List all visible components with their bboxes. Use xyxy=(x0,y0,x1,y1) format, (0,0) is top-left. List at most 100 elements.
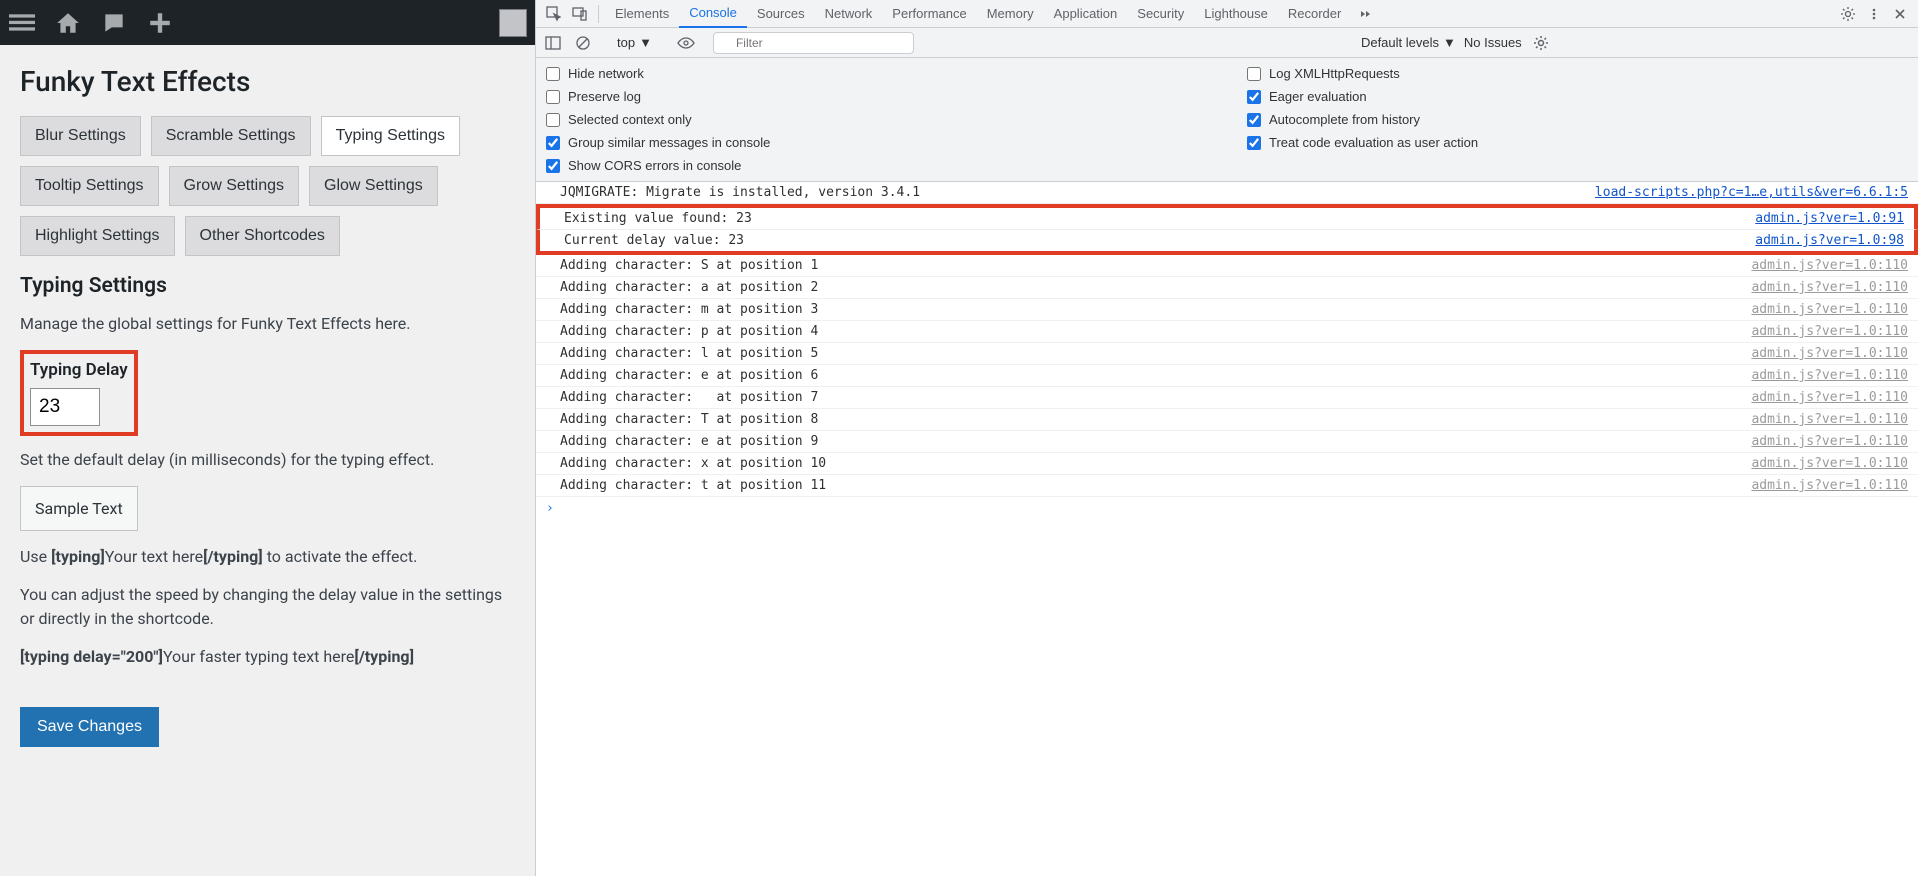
log-message: Adding character: e at position 6 xyxy=(560,368,818,383)
log-row: Adding character: l at position 5admin.j… xyxy=(536,343,1918,365)
devtools-tab-recorder[interactable]: Recorder xyxy=(1278,0,1351,28)
checkbox[interactable] xyxy=(546,90,560,104)
sidebar-toggle-icon[interactable] xyxy=(542,32,564,54)
typing-delay-input[interactable] xyxy=(30,388,100,426)
log-message: Adding character: at position 7 xyxy=(560,390,818,405)
tab-typing-settings[interactable]: Typing Settings xyxy=(321,116,460,156)
checkbox[interactable] xyxy=(546,136,560,150)
clear-console-icon[interactable] xyxy=(572,32,594,54)
console-prompt[interactable]: › xyxy=(536,497,1918,520)
log-message: Adding character: a at position 2 xyxy=(560,280,818,295)
log-source-link[interactable]: admin.js?ver=1.0:110 xyxy=(1751,368,1908,383)
devtools-tab-network[interactable]: Network xyxy=(815,0,883,28)
log-source-link[interactable]: admin.js?ver=1.0:98 xyxy=(1755,233,1904,248)
console-settings-gear-icon[interactable] xyxy=(1530,32,1552,54)
setting-preserve-log[interactable]: Preserve log xyxy=(546,89,1207,104)
devtools-tab-performance[interactable]: Performance xyxy=(882,0,976,28)
log-source-link[interactable]: admin.js?ver=1.0:110 xyxy=(1751,390,1908,405)
comment-icon[interactable] xyxy=(100,9,128,37)
log-source-link[interactable]: admin.js?ver=1.0:110 xyxy=(1751,478,1908,493)
setting-hide-network[interactable]: Hide network xyxy=(546,66,1207,81)
log-row: Adding character: T at position 8admin.j… xyxy=(536,409,1918,431)
setting-show-cors-errors-in-console[interactable]: Show CORS errors in console xyxy=(546,158,1207,173)
setting-selected-context-only[interactable]: Selected context only xyxy=(546,112,1207,127)
devtools-tab-console[interactable]: Console xyxy=(679,0,747,28)
tab-blur-settings[interactable]: Blur Settings xyxy=(20,116,141,156)
checkbox[interactable] xyxy=(546,67,560,81)
home-icon[interactable] xyxy=(54,9,82,37)
log-row: Adding character: x at position 10admin.… xyxy=(536,453,1918,475)
log-message: JQMIGRATE: Migrate is installed, version… xyxy=(560,185,920,200)
settings-gear-icon[interactable] xyxy=(1836,2,1860,26)
checkbox[interactable] xyxy=(1247,67,1261,81)
setting-label: Log XMLHttpRequests xyxy=(1269,66,1400,81)
devtools-tab-security[interactable]: Security xyxy=(1127,0,1194,28)
setting-treat-code-evaluation-as-user-action[interactable]: Treat code evaluation as user action xyxy=(1247,135,1908,150)
checkbox[interactable] xyxy=(1247,136,1261,150)
tab-other-shortcodes[interactable]: Other Shortcodes xyxy=(185,216,340,256)
live-expression-icon[interactable] xyxy=(675,32,697,54)
setting-log-xmlhttprequests[interactable]: Log XMLHttpRequests xyxy=(1247,66,1908,81)
setting-autocomplete-from-history[interactable]: Autocomplete from history xyxy=(1247,112,1908,127)
device-icon[interactable] xyxy=(568,2,592,26)
log-source-link[interactable]: admin.js?ver=1.0:110 xyxy=(1751,280,1908,295)
log-row: Adding character: e at position 9admin.j… xyxy=(536,431,1918,453)
close-devtools-icon[interactable] xyxy=(1888,2,1912,26)
checkbox[interactable] xyxy=(546,159,560,173)
log-source-link[interactable]: admin.js?ver=1.0:110 xyxy=(1751,324,1908,339)
devtools-tab-sources[interactable]: Sources xyxy=(747,0,815,28)
log-source-link[interactable]: admin.js?ver=1.0:110 xyxy=(1751,434,1908,449)
console-log-area: JQMIGRATE: Migrate is installed, version… xyxy=(536,182,1918,876)
example-mid: Your faster typing text here xyxy=(163,647,354,666)
devtools-tab-application[interactable]: Application xyxy=(1044,0,1128,28)
avatar[interactable] xyxy=(499,9,527,37)
setting-label: Group similar messages in console xyxy=(568,135,770,150)
usage-close-tag: [/typing] xyxy=(203,547,263,566)
plus-icon[interactable] xyxy=(146,9,174,37)
log-levels-selector[interactable]: Default levels ▼ xyxy=(1361,35,1456,50)
setting-group-similar-messages-in-console[interactable]: Group similar messages in console xyxy=(546,135,1207,150)
tab-tooltip-settings[interactable]: Tooltip Settings xyxy=(20,166,159,206)
checkbox[interactable] xyxy=(1247,90,1261,104)
log-row: Adding character: at position 7 admin.js?… xyxy=(536,387,1918,409)
log-source-link[interactable]: admin.js?ver=1.0:110 xyxy=(1751,302,1908,317)
checkbox[interactable] xyxy=(1247,113,1261,127)
tab-highlight-settings[interactable]: Highlight Settings xyxy=(20,216,175,256)
devtools-tab-memory[interactable]: Memory xyxy=(977,0,1044,28)
devtools-tabbar: ElementsConsoleSourcesNetworkPerformance… xyxy=(536,0,1918,28)
tab-scramble-settings[interactable]: Scramble Settings xyxy=(151,116,311,156)
menu-icon[interactable] xyxy=(8,9,36,37)
setting-eager-evaluation[interactable]: Eager evaluation xyxy=(1247,89,1908,104)
kebab-icon[interactable] xyxy=(1862,2,1886,26)
log-source-link[interactable]: admin.js?ver=1.0:91 xyxy=(1755,211,1904,226)
devtools-tab-lighthouse[interactable]: Lighthouse xyxy=(1194,0,1278,28)
tab-grow-settings[interactable]: Grow Settings xyxy=(169,166,299,206)
typing-delay-field-highlight: Typing Delay xyxy=(20,350,138,436)
usage-mid: Your text here xyxy=(105,547,203,566)
inspect-icon[interactable] xyxy=(542,2,566,26)
filter-input[interactable] xyxy=(713,32,914,54)
log-source-link[interactable]: admin.js?ver=1.0:110 xyxy=(1751,412,1908,427)
example-open-tag: [typing delay="200"] xyxy=(20,647,163,666)
setting-label: Preserve log xyxy=(568,89,641,104)
usage-post: to activate the effect. xyxy=(263,547,418,566)
issues-badge[interactable]: No Issues xyxy=(1464,35,1522,50)
log-row: Adding character: m at position 3admin.j… xyxy=(536,299,1918,321)
log-source-link[interactable]: load-scripts.php?c=1…e,utils&ver=6.6.1:5 xyxy=(1595,185,1908,200)
tab-glow-settings[interactable]: Glow Settings xyxy=(309,166,438,206)
log-source-link[interactable]: admin.js?ver=1.0:110 xyxy=(1751,456,1908,471)
context-selector[interactable]: top ▼ xyxy=(610,32,659,53)
usage-open-tag: [typing] xyxy=(51,547,105,566)
setting-label: Hide network xyxy=(568,66,644,81)
log-source-link[interactable]: admin.js?ver=1.0:110 xyxy=(1751,258,1908,273)
wp-content: Funky Text Effects Blur SettingsScramble… xyxy=(0,45,535,767)
checkbox[interactable] xyxy=(546,113,560,127)
log-source-link[interactable]: admin.js?ver=1.0:110 xyxy=(1751,346,1908,361)
example-close-tag: [/typing] xyxy=(354,647,414,666)
sample-text-preview: Sample Text xyxy=(20,486,138,531)
devtools-tab-elements[interactable]: Elements xyxy=(605,0,679,28)
field-help: Set the default delay (in milliseconds) … xyxy=(20,448,515,472)
more-tabs-icon[interactable] xyxy=(1353,2,1377,26)
log-message: Adding character: S at position 1 xyxy=(560,258,818,273)
save-button[interactable]: Save Changes xyxy=(20,707,159,747)
